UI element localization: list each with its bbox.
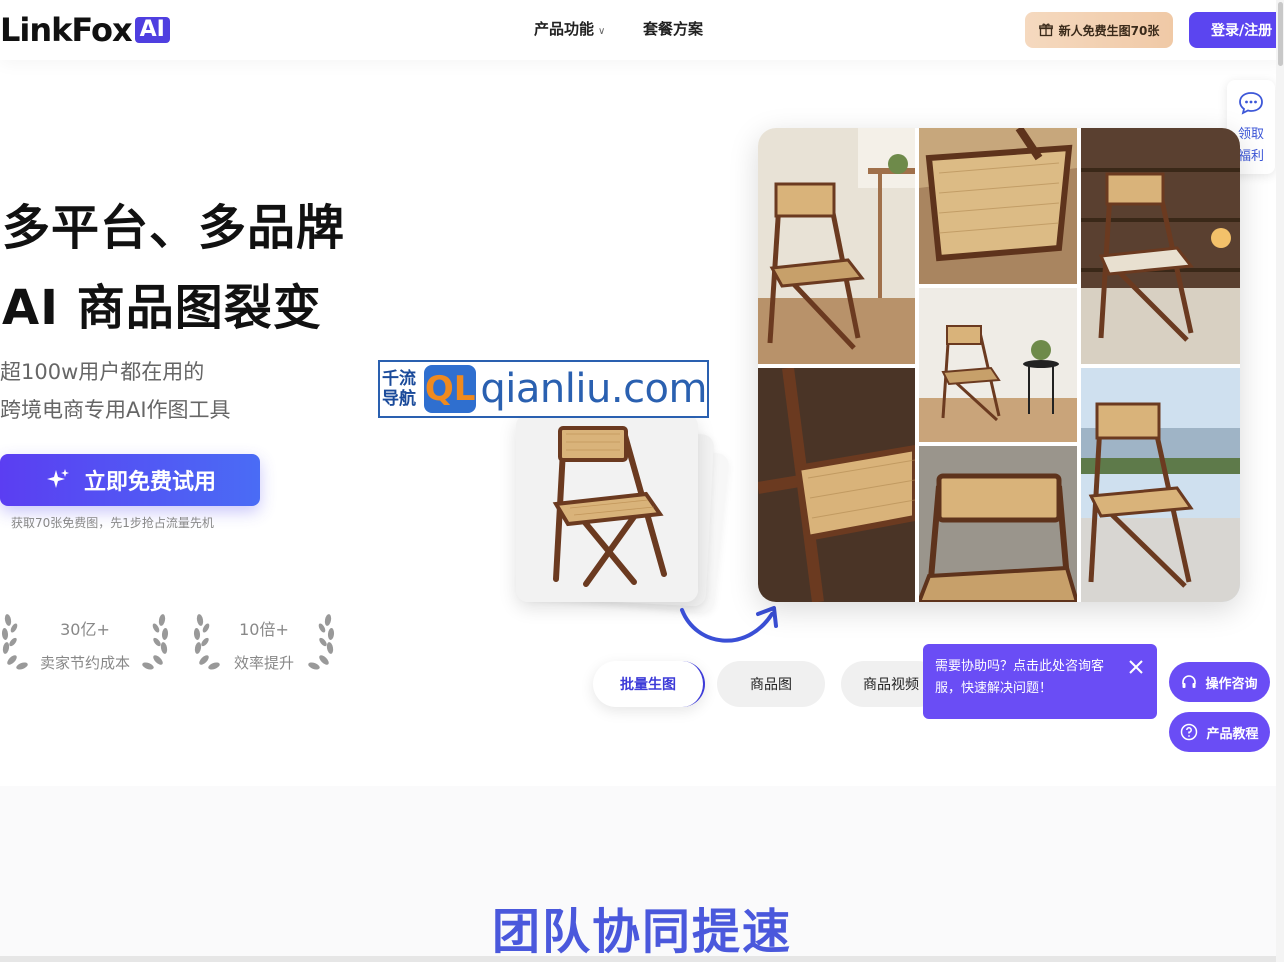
help-popup-text: 需要协助吗？点击此处咨询客服，快速解决问题！ [935, 659, 1105, 696]
watermark-site: qianliu.com [480, 366, 707, 412]
vertical-scrollbar[interactable] [1276, 0, 1284, 962]
hero-subtitle-line1: 超100w用户都在用的 [0, 360, 205, 384]
curved-arrow-icon [680, 606, 778, 643]
sparkle-icon [46, 469, 69, 488]
cta-note: 获取70张免费图，先1步抢占流量先机 [11, 516, 214, 530]
hero-title-line2: AI 商品图裂变 [2, 280, 322, 336]
consult-label: 操作咨询 [1205, 676, 1258, 692]
folding-chair-image [516, 414, 698, 602]
brand-name: LinkFox [0, 11, 133, 49]
help-popup[interactable]: 需要协助吗？点击此处咨询客服，快速解决问题！ [923, 644, 1157, 719]
stat-label: 卖家节约成本 [39, 654, 130, 672]
nav-item-label: 套餐方案 [643, 20, 704, 38]
watermark-mark: QL [423, 365, 477, 413]
free-trial-button[interactable]: 立即免费试用 [0, 454, 260, 506]
nav-item-pricing[interactable]: 套餐方案 [643, 18, 703, 39]
hero-title-line1: 多平台、多品牌 [2, 200, 346, 256]
stat-number: 30亿+ [60, 620, 110, 639]
consult-button[interactable]: 操作咨询 [1169, 662, 1270, 702]
gift-icon [1038, 23, 1053, 37]
tutorial-button[interactable]: 产品教程 [1169, 712, 1270, 752]
section-title: 团队协同提速 [491, 904, 792, 960]
free-images-button[interactable]: 新人免费生图70张 [1025, 12, 1173, 48]
login-register-button[interactable]: 登录/注册 [1189, 12, 1284, 48]
tab-batch-generate[interactable]: 批量生图 [593, 661, 705, 707]
generated-image [1081, 368, 1240, 602]
horizontal-scrollbar[interactable] [0, 956, 1276, 962]
chat-icon [1239, 92, 1263, 115]
generated-image [919, 288, 1077, 442]
laurel-right-icon [308, 614, 335, 670]
generated-image [1081, 128, 1240, 364]
free-trial-label: 立即免费试用 [83, 470, 216, 495]
original-product-image [516, 414, 698, 602]
help-circle-icon [1181, 723, 1198, 741]
tab-product-image[interactable]: 商品图 [717, 661, 825, 707]
laurel-right-icon [142, 614, 169, 670]
generated-image [758, 128, 915, 364]
generated-image [919, 446, 1077, 602]
chevron-down-icon: ∨ [598, 26, 606, 37]
stat-cost-savings: 30亿+ 卖家节约成本 [20, 612, 150, 673]
hero-subtitle-line2: 跨境电商专用AI作图工具 [0, 398, 231, 422]
nav-item-label: 产品功能 [534, 20, 595, 38]
nav-item-product-features[interactable]: 产品功能 ∨ [534, 18, 605, 39]
generated-images-grid [758, 128, 1240, 602]
benefits-label: 领取福利 [1237, 127, 1264, 164]
close-icon[interactable] [1127, 658, 1145, 676]
watermark-mark-text: QL [424, 369, 476, 409]
scrollbar-thumb[interactable] [1278, 2, 1283, 66]
headset-icon [1182, 675, 1197, 688]
tutorial-label: 产品教程 [1206, 726, 1259, 742]
brand-logo[interactable]: LinkFox AI [0, 14, 170, 46]
free-images-label: 新人免费生图70张 [1058, 23, 1160, 38]
watermark-text: 千流导航 [382, 369, 416, 409]
generated-image [919, 128, 1077, 284]
generated-image [758, 368, 915, 602]
brand-badge: AI [134, 17, 170, 43]
qianliu-watermark: 千流导航 QL qianliu.com [378, 360, 709, 418]
